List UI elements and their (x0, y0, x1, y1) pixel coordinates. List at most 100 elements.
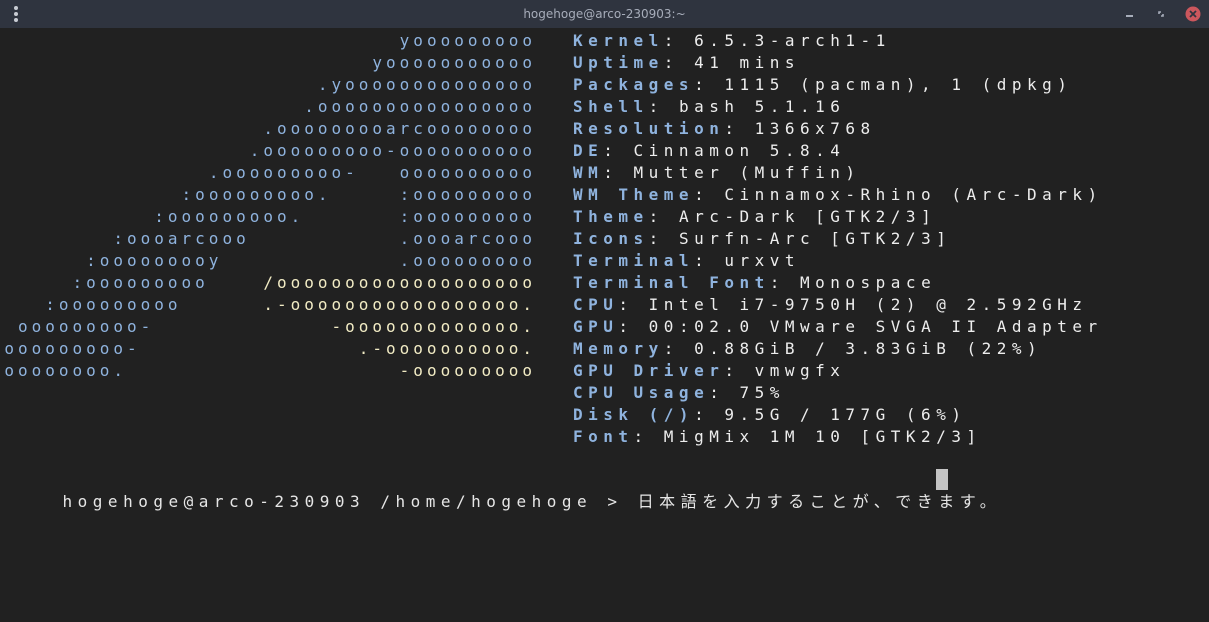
kebab-menu-icon (14, 6, 18, 10)
info-key: Kernel (573, 31, 664, 50)
minimize-button[interactable] (1120, 4, 1140, 24)
logo-line: .ooooooooo- oooooooooo (209, 162, 536, 184)
info-val: : 0.88GiB / 3.83GiB (22%) (663, 339, 1043, 358)
logo-lt: -ooooooooo (399, 361, 536, 380)
prompt-input[interactable]: 日本語を入力することが、できます。 (638, 492, 1002, 511)
info-val: : Mutter (Muffin) (603, 163, 861, 182)
logo-dk: :ooooooooo (45, 295, 264, 314)
logo-dk: :oooarcooo .oooarcooo (113, 229, 536, 248)
info-key: Packages (573, 75, 695, 94)
info-line: Disk (/): 9.5G / 177G (6%) (573, 404, 966, 426)
minimize-icon (1126, 15, 1133, 17)
info-key: GPU Driver (573, 361, 725, 380)
logo-dk: yooooooooooo (372, 53, 536, 72)
logo-line: ooooooooo. -ooooooooo (0, 360, 536, 382)
prompt-user-host: hogehoge@arco-230903 (62, 492, 366, 511)
logo-lt: -ooooooooooooo. (331, 317, 536, 336)
window-title: hogehoge@arco-230903:~ (523, 7, 686, 21)
logo-dk: ooooooooo- (17, 317, 332, 336)
info-line: Packages: 1115 (pacman), 1 (dpkg) (573, 74, 1072, 96)
logo-dk: ooooooooo- (4, 339, 359, 358)
info-line: WM: Mutter (Muffin) (573, 162, 861, 184)
logo-dk: ooooooooo. (0, 361, 400, 380)
kebab-menu-icon-dot (14, 12, 18, 16)
info-val: : vmwgfx (724, 361, 846, 380)
logo-line: .yoooooooooooooo (318, 74, 536, 96)
info-line: Terminal: urxvt (573, 250, 800, 272)
info-line: CPU: Intel i7-9750H (2) @ 2.592GHz (573, 294, 1088, 316)
info-val: : 1115 (pacman), 1 (dpkg) (694, 75, 1073, 94)
logo-dk: :ooooooooo. :ooooooooo (154, 207, 536, 226)
info-line: Terminal Font: Monospace (573, 272, 936, 294)
logo-dk: .ooooooooarcoooooooo (263, 119, 536, 138)
logo-line: :ooooooooo. :ooooooooo (154, 206, 536, 228)
info-val: : urxvt (694, 251, 800, 270)
close-icon (1185, 6, 1201, 22)
info-val: : 6.5.3-arch1-1 (663, 31, 891, 50)
maximize-icon (1158, 11, 1164, 17)
maximize-button[interactable] (1151, 4, 1171, 24)
logo-line: .ooooooooo-oooooooooo (250, 140, 536, 162)
shell-prompt[interactable]: hogehoge@arco-230903 /home/hogehoge > 日本… (2, 469, 1001, 535)
info-line: Icons: Surfn-Arc [GTK2/3] (573, 228, 951, 250)
info-key: Terminal Font (573, 273, 770, 292)
close-button[interactable] (1183, 4, 1203, 24)
info-val: : Cinnamon 5.8.4 (603, 141, 846, 160)
info-val: : Cinnamox-Rhino (Arc-Dark) (694, 185, 1103, 204)
logo-dk: .yoooooooooooooo (317, 75, 536, 94)
logo-dk: .ooooooooo- oooooooooo (208, 163, 536, 182)
info-key: CPU (573, 295, 619, 314)
logo-line: :ooooooooo .-ooooooooooooooooo. (45, 294, 536, 316)
logo-line: :oooarcooo .oooarcooo (113, 228, 536, 250)
info-key: WM Theme (573, 185, 695, 204)
info-val: : bash 5.1.16 (648, 97, 846, 116)
logo-dk: :ooooooooo. :ooooooooo (181, 185, 536, 204)
logo-lt: .-oooooooooo. (358, 339, 536, 358)
logo-line: yooooooooo (400, 30, 536, 52)
info-val: : Monospace (769, 273, 937, 292)
info-key: Icons (573, 229, 649, 248)
info-key: Disk (/) (573, 405, 695, 424)
info-line: Uptime: 41 mins (573, 52, 800, 74)
info-val: : Intel i7-9750H (2) @ 2.592GHz (618, 295, 1088, 314)
info-val: : 9.5G / 177G (6%) (694, 405, 967, 424)
prompt-path: /home/hogehoge (380, 492, 593, 511)
terminal-area[interactable]: yooooooooo yooooooooooo .yoooooooooooooo .o… (0, 28, 1209, 622)
logo-line: ooooooooo- .-oooooooooo. (4, 338, 536, 360)
info-val: : MigMix 1M 10 [GTK2/3] (633, 427, 982, 446)
info-line: GPU Driver: vmwgfx (573, 360, 845, 382)
logo-lt: .-ooooooooooooooooo. (263, 295, 536, 314)
kebab-menu-icon-dot (14, 18, 18, 22)
info-key: Uptime (573, 53, 664, 72)
info-val: : 75% (709, 383, 785, 402)
window-menu-button[interactable] (6, 4, 26, 24)
logo-line: .ooooooooarcoooooooo (263, 118, 536, 140)
title-bar: hogehoge@arco-230903:~ (0, 0, 1209, 28)
logo-dk: :ooooooooy .ooooooooo (86, 251, 536, 270)
logo-line: .oooooooooooooooo (304, 96, 536, 118)
logo-dk: .ooooooooo-oooooooooo (249, 141, 536, 160)
logo-dk: :ooooooooo (72, 273, 264, 292)
info-key: Memory (573, 339, 664, 358)
info-key: Resolution (573, 119, 725, 138)
info-line: WM Theme: Cinnamox-Rhino (Arc-Dark) (573, 184, 1103, 206)
info-key: DE (573, 141, 604, 160)
info-line: DE: Cinnamon 5.8.4 (573, 140, 845, 162)
info-key: Theme (573, 207, 649, 226)
info-line: Shell: bash 5.1.16 (573, 96, 845, 118)
info-key: Terminal (573, 251, 695, 270)
info-key: WM (573, 163, 604, 182)
logo-dk: .oooooooooooooooo (304, 97, 536, 116)
logo-line: ooooooooo- -ooooooooooooo. (18, 316, 536, 338)
info-val: : Arc-Dark [GTK2/3] (648, 207, 937, 226)
info-val: : Surfn-Arc [GTK2/3] (648, 229, 952, 248)
info-key: CPU Usage (573, 383, 710, 402)
logo-line: :ooooooooy .ooooooooo (86, 250, 536, 272)
info-line: Kernel: 6.5.3-arch1-1 (573, 30, 891, 52)
info-val: : 1366x768 (724, 119, 876, 138)
info-key: Font (573, 427, 634, 446)
info-line: Font: MigMix 1M 10 [GTK2/3] (573, 426, 982, 448)
info-line: Memory: 0.88GiB / 3.83GiB (22%) (573, 338, 1042, 360)
info-val: : 00:02.0 VMware SVGA II Adapter (618, 317, 1103, 336)
info-val: : 41 mins (663, 53, 800, 72)
